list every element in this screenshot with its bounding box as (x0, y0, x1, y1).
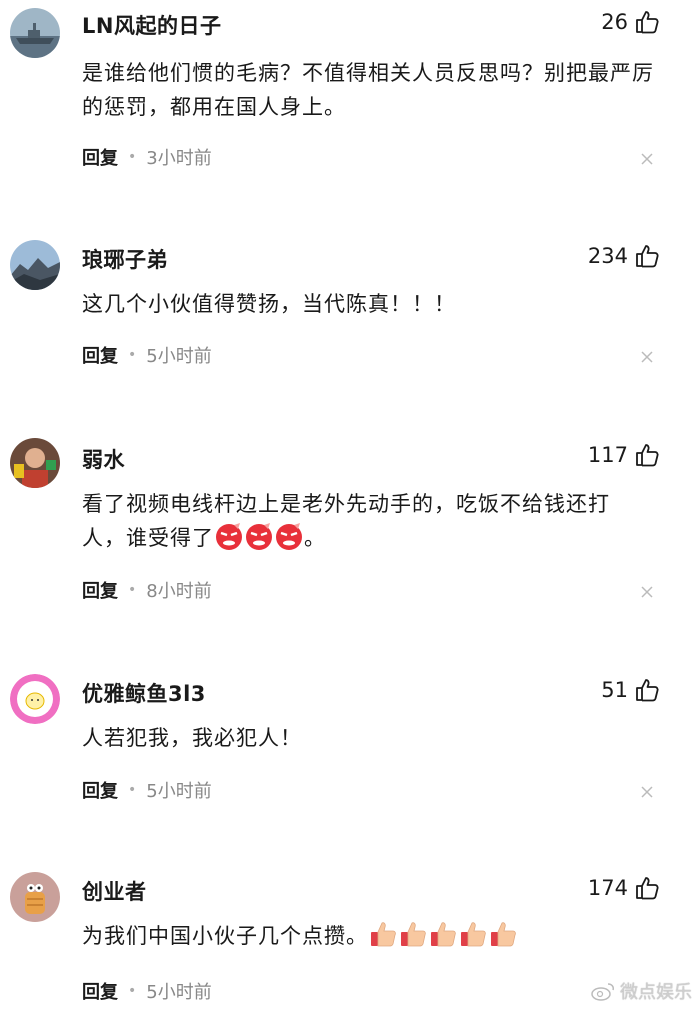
avatar[interactable] (10, 674, 60, 724)
warship-avatar-icon (10, 8, 60, 58)
like-count: 117 (587, 443, 628, 467)
thumbs-up-emoji (431, 922, 456, 947)
close-icon[interactable] (640, 152, 654, 166)
timestamp: 5小时前 (146, 346, 212, 367)
comment-meta: 回复 • 8小时前 (82, 577, 212, 603)
username[interactable]: 弱水 (82, 444, 125, 474)
avatar[interactable] (10, 8, 60, 58)
comment-text-line: 为我们中国小伙子几个点攒。 (82, 924, 368, 948)
angry-face-emoji (216, 523, 242, 550)
like-button[interactable]: 26 (601, 9, 660, 35)
weibo-logo-icon (591, 983, 614, 1001)
reply-button[interactable]: 回复 (82, 342, 118, 368)
watermark-text: 微点娱乐 (620, 982, 692, 1003)
close-icon[interactable] (640, 350, 654, 364)
watermark: 微点娱乐 (590, 978, 692, 1004)
like-button[interactable]: 117 (588, 442, 660, 468)
reply-button[interactable]: 回复 (82, 777, 118, 803)
fried-egg-avatar-icon (10, 674, 60, 724)
comment-text-end: 。 (304, 526, 326, 550)
comment-meta: 回复 • 5小时前 (82, 978, 212, 1004)
thumbs-up-emoji (401, 922, 426, 947)
thumbs-up-emoji (371, 922, 396, 947)
timestamp: 5小时前 (146, 982, 212, 1003)
username[interactable]: LN风起的日子 (82, 10, 221, 40)
separator-dot: • (128, 782, 137, 798)
like-count: 234 (587, 244, 628, 268)
like-button[interactable]: 51 (601, 677, 660, 703)
mountain-avatar-icon (10, 240, 60, 290)
angry-face-emoji (276, 523, 302, 550)
username[interactable]: 创业者 (82, 876, 147, 906)
comment-meta: 回复 • 5小时前 (82, 777, 212, 803)
comment-meta: 回复 • 3小时前 (82, 144, 212, 170)
thumbs-up-icon (636, 245, 659, 268)
comment-text: 人若犯我，我必犯人！ (82, 726, 302, 750)
comment-text: 看了视频电线杆边上是老外先动手的，吃饭不给钱还打 人，谁受得了 。 (82, 487, 672, 555)
reply-button[interactable]: 回复 (82, 978, 118, 1004)
avatar[interactable] (10, 872, 60, 922)
comment-text-line: 人，谁受得了 (82, 526, 214, 550)
person-avatar-icon (10, 438, 60, 488)
separator-dot: • (128, 582, 137, 598)
avatar[interactable] (10, 240, 60, 290)
timestamp: 5小时前 (146, 781, 212, 802)
reply-button[interactable]: 回复 (82, 144, 118, 170)
like-count: 51 (601, 678, 628, 702)
reply-button[interactable]: 回复 (82, 577, 118, 603)
close-icon[interactable] (640, 585, 654, 599)
username[interactable]: 优雅鲸鱼3l3 (82, 678, 206, 708)
comment-meta: 回复 • 5小时前 (82, 342, 212, 368)
close-icon[interactable] (640, 785, 654, 799)
comment-text: 为我们中国小伙子几个点攒。 (82, 919, 672, 953)
thumbs-up-icon (636, 679, 659, 702)
like-count: 26 (601, 10, 628, 34)
like-button[interactable]: 174 (588, 875, 660, 901)
thumbs-up-icon (636, 11, 659, 34)
timestamp: 3小时前 (146, 148, 212, 169)
comment-text-line: 看了视频电线杆边上是老外先动手的，吃饭不给钱还打 (82, 492, 610, 516)
comment-text: 这几个小伙值得赞扬，当代陈真！！！ (82, 292, 456, 316)
like-count: 174 (587, 876, 628, 900)
separator-dot: • (128, 983, 137, 999)
bread-cartoon-avatar-icon (10, 872, 60, 922)
angry-face-emoji (246, 523, 272, 550)
username[interactable]: 琅琊子弟 (82, 244, 168, 274)
comment-text: 是谁给他们惯的毛病？不值得相关人员反思吗？别把最严厉的惩罚，都用在国人身上。 (82, 61, 654, 119)
thumbs-up-emoji (461, 922, 486, 947)
separator-dot: • (128, 149, 137, 165)
thumbs-up-icon (636, 444, 659, 467)
like-button[interactable]: 234 (588, 243, 660, 269)
separator-dot: • (128, 347, 137, 363)
timestamp: 8小时前 (146, 581, 212, 602)
avatar[interactable] (10, 438, 60, 488)
thumbs-up-emoji (491, 922, 516, 947)
thumbs-up-icon (636, 877, 659, 900)
